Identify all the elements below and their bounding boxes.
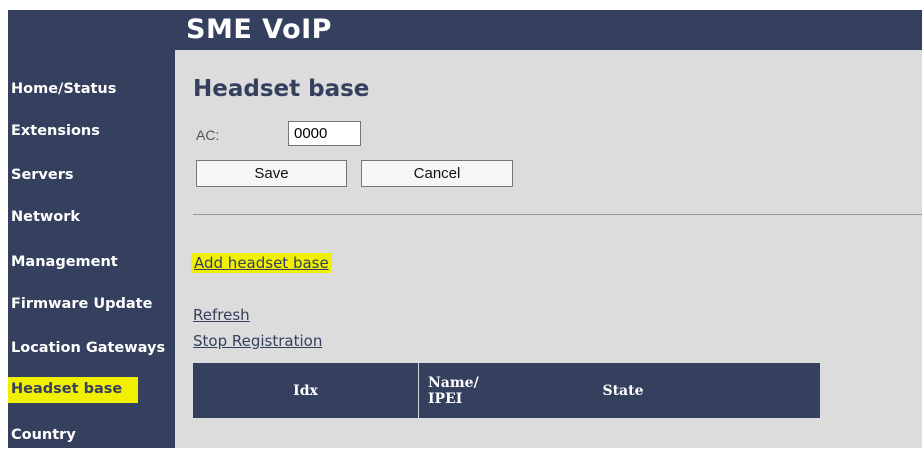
sidebar-item-headset-base[interactable]: Headset base	[8, 377, 175, 403]
sidebar-item-location-gateways[interactable]: Location Gateways	[8, 336, 175, 362]
sidebar-item-network[interactable]: Network	[8, 205, 175, 231]
ac-input[interactable]	[288, 121, 361, 146]
sidebar-item-label: Country	[11, 427, 76, 443]
headset-base-table: Idx Name/ IPEI State	[193, 363, 820, 418]
sidebar-item-label: Home/Status	[11, 81, 117, 97]
column-header-name-line1: Name/	[428, 374, 479, 391]
stop-registration-link[interactable]: Stop Registration	[193, 332, 322, 350]
column-divider	[418, 363, 419, 418]
sidebar-item-country[interactable]: Country	[8, 423, 175, 449]
page-title: Headset base	[193, 76, 370, 102]
sidebar-item-management[interactable]: Management	[8, 250, 175, 276]
cancel-button[interactable]: Cancel	[361, 160, 513, 187]
ac-label: AC:	[196, 127, 220, 143]
sidebar-item-home-status[interactable]: Home/Status	[8, 77, 175, 103]
column-header-name-line2: IPEI	[428, 390, 463, 407]
app-title: SME VoIP	[186, 14, 332, 45]
sidebar-item-firmware-update[interactable]: Firmware Update	[8, 292, 175, 318]
sidebar-item-label: Firmware Update	[11, 296, 153, 312]
add-headset-base-link[interactable]: Add headset base	[191, 253, 332, 273]
column-header-state: State	[602, 382, 644, 399]
sidebar-item-label: Location Gateways	[11, 340, 166, 356]
save-button[interactable]: Save	[196, 160, 347, 187]
app-header: SME VoIP	[8, 10, 922, 50]
sidebar-item-label: Network	[11, 209, 81, 225]
main-content: Headset base AC: Save Cancel Add headset…	[175, 50, 922, 448]
refresh-link[interactable]: Refresh	[193, 306, 250, 324]
sidebar-item-label: Servers	[11, 167, 74, 183]
divider	[193, 214, 922, 215]
column-header-name-ipei: Name/ IPEI	[428, 363, 548, 418]
sidebar-item-extensions[interactable]: Extensions	[8, 119, 175, 145]
sidebar-item-label: Extensions	[11, 123, 100, 139]
sidebar-item-label: Headset base	[10, 381, 126, 397]
sidebar-item-label: Management	[11, 254, 118, 270]
column-header-idx: Idx	[293, 382, 318, 399]
sidebar-item-servers[interactable]: Servers	[8, 163, 175, 189]
sidebar-nav: Home/Status Extensions Servers Network M…	[8, 50, 175, 448]
